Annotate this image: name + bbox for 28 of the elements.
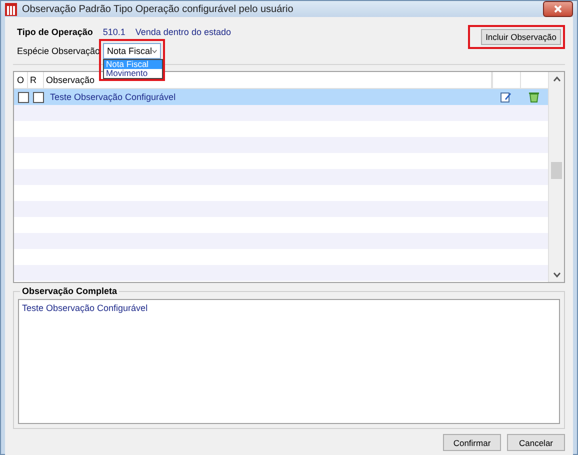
dropdown-option[interactable]: Movimento: [104, 69, 162, 78]
table-cell-text: Teste Observação Configurável: [49, 92, 177, 102]
window-title: Observação Padrão Tipo Operação configurável pelo usuário: [22, 4, 294, 14]
close-icon: [554, 5, 562, 13]
group-title: Observação Completa: [20, 286, 120, 296]
kind-label: Espécie Observação: [17, 46, 100, 56]
note-text-area[interactable]: Teste Observação Configurável: [18, 299, 560, 424]
dialog-button[interactable]: Confirmar: [443, 434, 501, 451]
add-note-button[interactable]: Incluir Observação: [481, 29, 561, 45]
caret-icon: [152, 48, 158, 54]
checkbox[interactable]: [18, 92, 29, 102]
kind-dropdown[interactable]: Nota Fiscal: [103, 43, 162, 59]
scrollbar-thumb[interactable]: [551, 162, 562, 179]
trash-icon[interactable]: [528, 91, 540, 103]
operation-label: Tipo de Operação: [17, 27, 93, 37]
operation-code: 510.1: [102, 27, 126, 37]
column-header: O: [14, 72, 28, 88]
dialog-button[interactable]: Cancelar: [507, 434, 565, 451]
column-header: R: [28, 72, 44, 88]
app-logo-icon: [5, 2, 17, 16]
edit-icon[interactable]: [500, 91, 512, 103]
close-button[interactable]: [543, 1, 573, 17]
operation-description: Venda dentro do estado: [135, 27, 231, 37]
scroll-up-icon[interactable]: [552, 76, 560, 82]
scroll-down-icon[interactable]: [552, 272, 560, 278]
checkbox[interactable]: [33, 92, 44, 102]
table-row[interactable]: Teste Observação Configurável: [14, 89, 548, 105]
highlight-frame: [99, 39, 166, 81]
